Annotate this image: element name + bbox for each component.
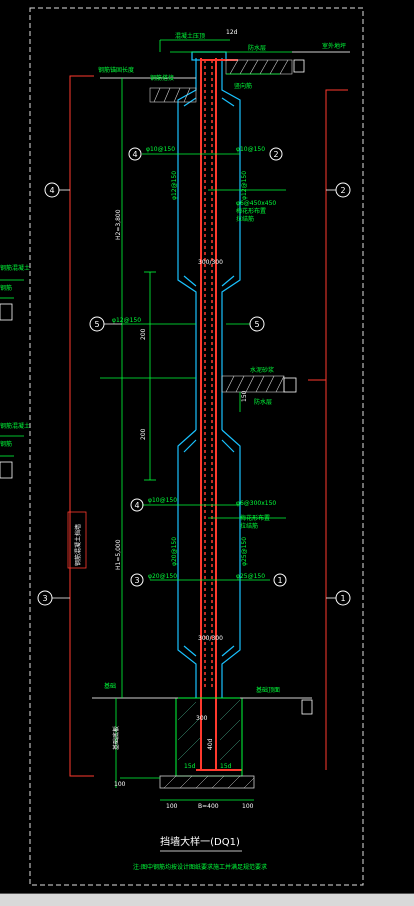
side-dim-a-label: 150 bbox=[241, 390, 248, 402]
bar-4-vert-label: φ12@150 bbox=[171, 171, 178, 200]
tie-top-label-3: 拉结筋 bbox=[236, 215, 254, 223]
bar-3-vert-label: φ20@150 bbox=[171, 537, 178, 566]
found-3-label: 15d bbox=[220, 763, 232, 770]
left-note-label: 钢筋搭接 bbox=[150, 74, 174, 82]
tie-low-label: φ6@300x150 bbox=[236, 500, 276, 507]
wall-outline bbox=[177, 51, 241, 698]
bar-5-label: φ12@150 bbox=[112, 317, 141, 324]
bar-2-top-label: φ10@150 bbox=[236, 146, 265, 153]
lap-left-label: 钢筋锚固长度 bbox=[98, 66, 134, 74]
found-base-l-label: 100 bbox=[166, 803, 178, 810]
mid-slab-hatch bbox=[221, 375, 285, 393]
dim-200-b-label: 200 bbox=[140, 428, 147, 440]
dim-h-low-label: H1=5,000 bbox=[115, 539, 122, 570]
bar-2-vert-label: φ12@150 bbox=[241, 171, 248, 200]
top-right-label-2: 竖向筋 bbox=[234, 82, 252, 90]
top-far-right-label: 室外地坪 bbox=[322, 42, 346, 50]
dimension-marks bbox=[0, 59, 313, 715]
callout-4-left-num: 4 bbox=[49, 186, 54, 195]
callout-3-lower-num: 3 bbox=[134, 576, 139, 585]
bar-4-low-label: φ10@150 bbox=[148, 497, 177, 504]
ground-right-label: 基础顶面 bbox=[256, 686, 280, 694]
found-left-vert-label: 基础底板 bbox=[112, 726, 120, 750]
cad-drawing-canvas: 4 4 2 2 5 5 4 3 1 3 1 12d 混凝土压顶 防水层 竖向筋 … bbox=[0, 7, 364, 886]
bar-1-top-label: φ10@150 bbox=[146, 146, 175, 153]
callout-2-upper-num: 2 bbox=[273, 150, 278, 159]
callout-3-left-num: 3 bbox=[42, 594, 47, 603]
bar-3-label: φ20@150 bbox=[148, 573, 177, 580]
drawing-title: 挡墙大样一(DQ1) bbox=[160, 835, 240, 848]
drawing-note: 注:图中钢筋均按设计图纸要求施工并满足规范要求 bbox=[133, 863, 267, 871]
callout-5-left-num: 5 bbox=[94, 320, 99, 329]
bar-1-label: φ25@150 bbox=[236, 573, 265, 580]
left-cut-label-4: 钢筋 bbox=[0, 440, 12, 448]
rebar-dashed bbox=[204, 60, 213, 690]
callout-4-lower-num: 4 bbox=[134, 501, 139, 510]
top-left-label: 混凝土压顶 bbox=[175, 32, 205, 40]
left-cap-hatch bbox=[149, 87, 197, 103]
rebar-lines bbox=[196, 58, 242, 771]
drawing-frame bbox=[29, 7, 364, 886]
mid-right-label-2: 防水层 bbox=[254, 398, 272, 406]
ground-lines bbox=[92, 51, 350, 699]
callout-circles bbox=[37, 147, 351, 606]
found-2-label: 15d bbox=[184, 763, 196, 770]
mid-right-label-1: 水泥砂浆 bbox=[250, 366, 274, 374]
left-cut-label-2: 钢筋 bbox=[0, 284, 12, 292]
dim-200-a-label: 200 bbox=[140, 328, 147, 340]
top-right-label-1: 防水层 bbox=[248, 44, 266, 52]
callout-1-right-num: 1 bbox=[340, 594, 345, 603]
tie-top-label: φ6@450x450 bbox=[236, 200, 276, 207]
bar-1-vert-label: φ25@150 bbox=[241, 537, 248, 566]
left-box-label: 钢筋混凝土挡墙 bbox=[74, 524, 82, 566]
dim-h-top-label: H2=3,800 bbox=[115, 209, 122, 240]
found-4-label: 40d bbox=[207, 738, 214, 750]
tie-low-label-2: 梅花形布置 bbox=[240, 514, 270, 522]
found-side-label: 100 bbox=[114, 781, 126, 788]
tie-top-label-2: 梅花形布置 bbox=[236, 207, 266, 215]
callout-2-right-num: 2 bbox=[340, 186, 345, 195]
left-cut-label-1: 钢筋混凝土 bbox=[0, 264, 30, 272]
red-leaders bbox=[69, 75, 348, 777]
mid-ratio-low: 300/300 bbox=[198, 635, 223, 642]
top-slab-hatch bbox=[225, 59, 293, 75]
top-width-label: 12d bbox=[226, 29, 238, 36]
callout-4-upper-num: 4 bbox=[132, 150, 137, 159]
callout-5-right-num: 5 bbox=[254, 320, 259, 329]
left-cut-label-3: 钢筋混凝土 bbox=[0, 422, 30, 430]
tie-low-label-3: 拉结筋 bbox=[240, 522, 258, 530]
found-base-r-label: 100 bbox=[242, 803, 254, 810]
found-1-label: 300 bbox=[196, 715, 208, 722]
ground-left-label: 基础 bbox=[104, 682, 116, 690]
callout-leaders bbox=[52, 189, 336, 599]
mid-ratio-top: 300/300 bbox=[198, 259, 223, 266]
found-bottom-label: B=400 bbox=[198, 803, 219, 810]
callout-1-lower-num: 1 bbox=[277, 576, 282, 585]
bottom-strip bbox=[0, 894, 414, 906]
